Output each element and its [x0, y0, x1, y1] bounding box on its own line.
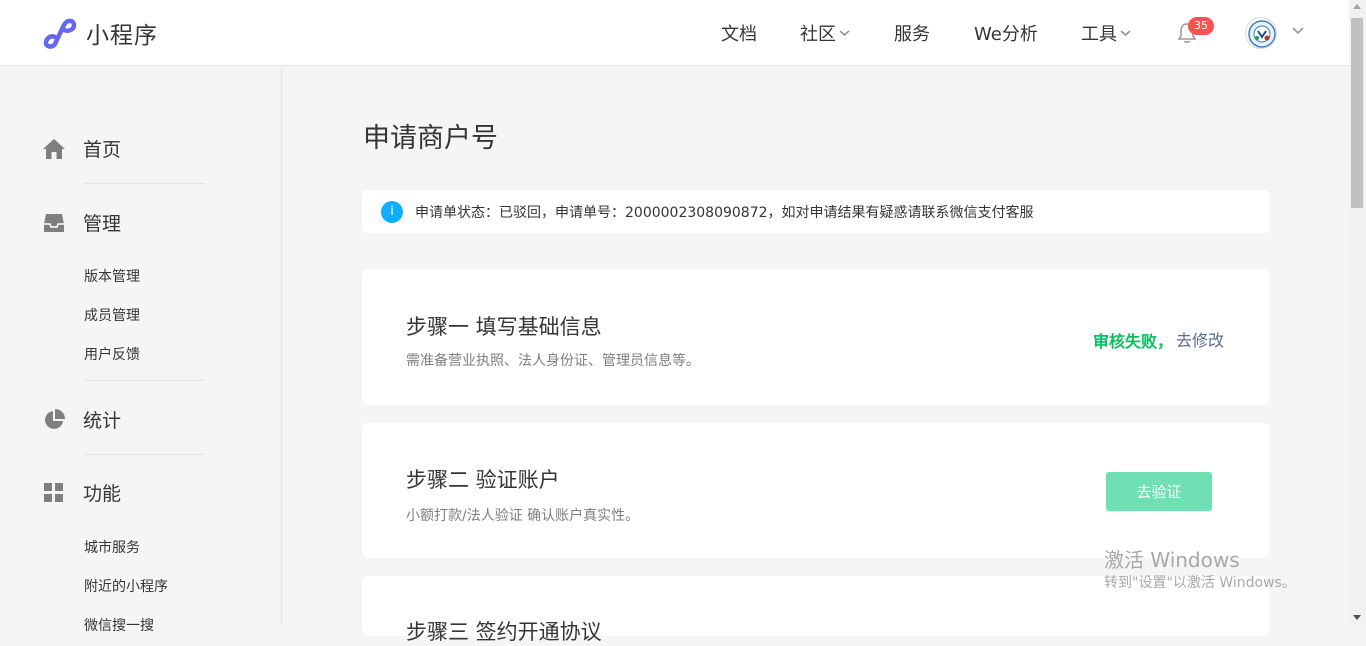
sidebar-item-wechat-search[interactable]: 微信搜一搜: [84, 615, 154, 635]
sidebar-divider: [84, 183, 205, 184]
sidebar-item-stats-label: 统计: [83, 410, 122, 432]
nav-tools-label: 工具: [1081, 24, 1117, 45]
sidebar-divider: [84, 454, 205, 455]
sidebar-item-manage-label: 管理: [83, 213, 122, 235]
scroll-thumb[interactable]: [1351, 18, 1363, 208]
pie-chart-icon: [42, 408, 66, 432]
sidebar-item-nearby-miniprogram[interactable]: 附近的小程序: [84, 576, 168, 596]
sidebar-item-features[interactable]: 功能: [42, 479, 121, 506]
step-3-title: 步骤三 签约开通协议: [406, 620, 602, 644]
logo-text: 小程序: [86, 23, 158, 49]
nav-community-label: 社区: [800, 24, 836, 45]
nav-tools[interactable]: 工具: [1081, 20, 1131, 46]
step-2-title: 步骤二 验证账户: [406, 468, 560, 492]
sidebar: 首页 管理 版本管理 成员管理 用户反馈 统计 功能 城市服务 附近的小程序 微…: [0, 67, 282, 634]
sidebar-item-home[interactable]: 首页: [42, 135, 121, 162]
scroll-down-arrow-icon[interactable]: [1353, 615, 1361, 620]
step-2-desc: 小额打款/法人验证 确认账户真实性。: [406, 508, 640, 524]
sidebar-item-user-feedback[interactable]: 用户反馈: [84, 344, 140, 364]
sidebar-item-member-manage[interactable]: 成员管理: [84, 305, 140, 325]
avatar[interactable]: [1245, 17, 1277, 49]
sidebar-item-city-service[interactable]: 城市服务: [84, 537, 140, 557]
nav-service-label: 服务: [894, 24, 930, 45]
logo[interactable]: 小程序: [42, 16, 158, 50]
status-notice: i 申请单状态：已驳回，申请单号：2000002308090872，如对申请结果…: [362, 190, 1269, 233]
mini-program-logo-icon: [43, 18, 77, 49]
step-card-2: 步骤二 验证账户 小额打款/法人验证 确认账户真实性。 去验证: [362, 423, 1269, 558]
sidebar-item-features-label: 功能: [83, 483, 122, 505]
step-1-edit-link[interactable]: 去修改: [1176, 327, 1224, 351]
chevron-down-icon: [1120, 30, 1131, 37]
notification-badge: 35: [1188, 17, 1214, 35]
step-1-status-failed: 审核失败，: [1093, 332, 1174, 351]
status-notice-text: 申请单状态：已驳回，申请单号：2000002308090872，如对申请结果有疑…: [415, 204, 1034, 221]
sidebar-divider: [84, 380, 205, 381]
nav-docs-label: 文档: [721, 24, 757, 45]
sidebar-item-version-manage[interactable]: 版本管理: [84, 266, 140, 286]
nav-we-analysis-label: We分析: [974, 24, 1038, 45]
info-icon: i: [381, 200, 403, 223]
grid-icon: [42, 481, 66, 505]
step-1-desc: 需准备营业执照、法人身份证、管理员信息等。: [406, 353, 700, 369]
sidebar-item-stats[interactable]: 统计: [42, 406, 121, 433]
page-title: 申请商户号: [363, 123, 498, 154]
step-1-title: 步骤一 填写基础信息: [406, 315, 602, 339]
chevron-down-icon: [839, 30, 850, 37]
nav-we-analysis[interactable]: We分析: [974, 20, 1038, 46]
verify-button[interactable]: 去验证: [1106, 472, 1212, 511]
vertical-scrollbar[interactable]: [1349, 0, 1366, 625]
sidebar-item-manage[interactable]: 管理: [42, 209, 121, 236]
step-card-1: 步骤一 填写基础信息 需准备营业执照、法人身份证、管理员信息等。 审核失败， 去…: [362, 269, 1269, 405]
nav-service[interactable]: 服务: [894, 20, 930, 46]
nav-community[interactable]: 社区: [800, 20, 850, 46]
windows-activation-watermark: 激活 Windows: [1104, 548, 1240, 572]
scroll-up-arrow-icon[interactable]: [1353, 4, 1361, 9]
nav-docs[interactable]: 文档: [721, 20, 757, 46]
home-icon: [42, 137, 66, 161]
top-navigation-bar: 小程序 文档 社区 服务 We分析 工具 35: [0, 0, 1349, 66]
sidebar-item-home-label: 首页: [83, 139, 122, 161]
avatar-image: [1248, 20, 1276, 48]
inbox-icon: [42, 211, 66, 235]
windows-activation-hint: 转到"设置"以激活 Windows。: [1104, 575, 1296, 591]
account-chevron-down-icon[interactable]: [1292, 27, 1304, 35]
